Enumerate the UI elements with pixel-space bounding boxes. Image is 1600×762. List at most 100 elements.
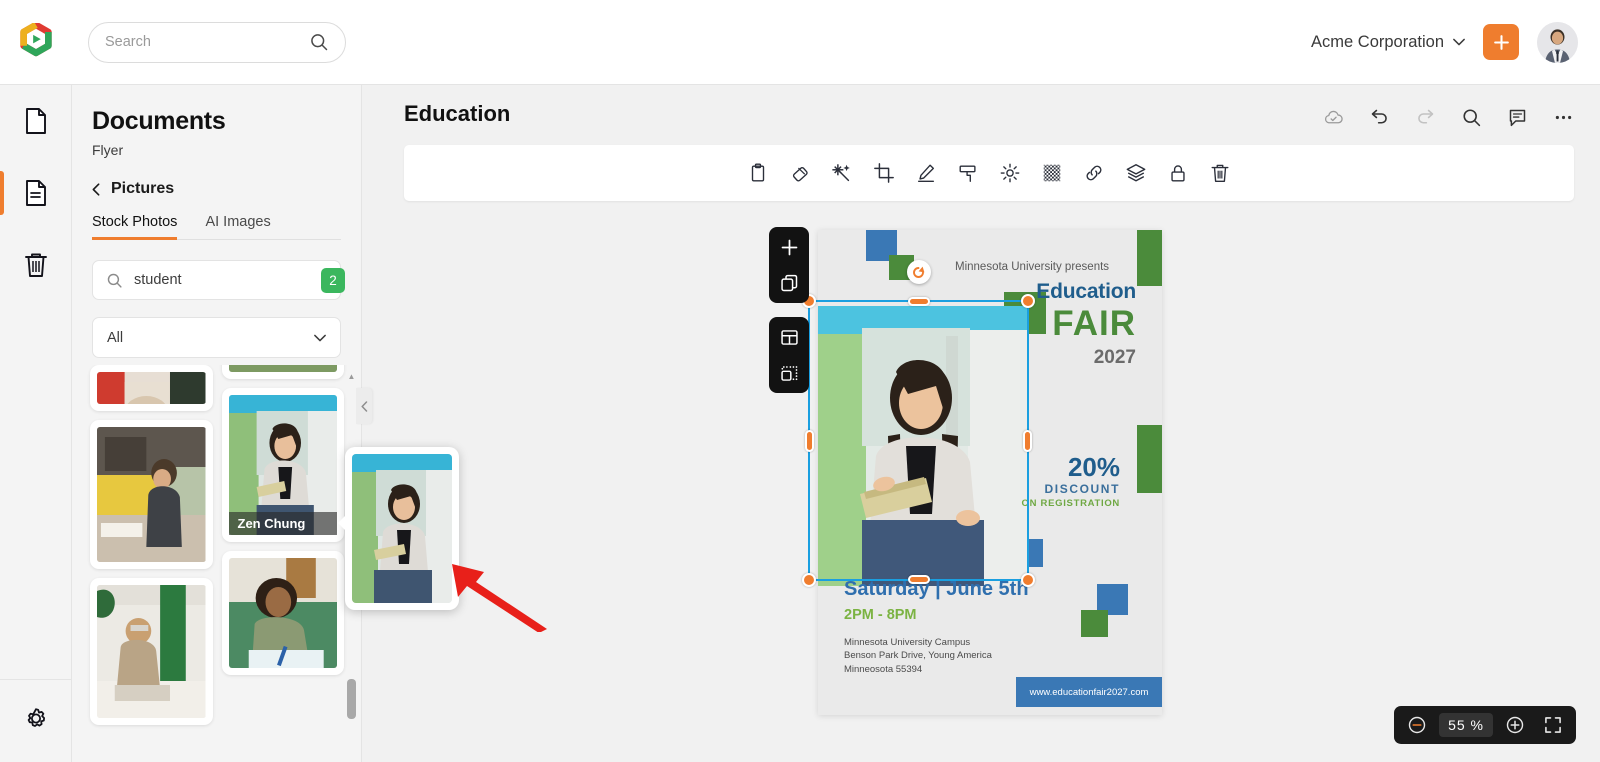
photo-gallery[interactable]: Zen Chung ▲ — [72, 365, 362, 762]
resize-handle-br[interactable] — [1021, 573, 1035, 587]
search-icon[interactable] — [1461, 107, 1482, 128]
element-toolbar — [404, 145, 1574, 201]
scroll-up-arrow[interactable]: ▲ — [347, 373, 356, 381]
crop-icon[interactable] — [863, 152, 905, 194]
deco-bar-green-top — [1137, 230, 1162, 286]
brightness-icon[interactable] — [989, 152, 1031, 194]
panel-collapse-button[interactable] — [356, 388, 372, 424]
resize-handle-tr[interactable] — [1021, 294, 1035, 308]
search-icon — [311, 34, 328, 51]
list-item[interactable] — [90, 578, 213, 725]
flyer-discount-pct: 20% — [1067, 452, 1120, 482]
tab-stock-photos[interactable]: Stock Photos — [92, 214, 178, 240]
thumbnail-author-label: Zen Chung — [228, 512, 337, 535]
list-item[interactable]: Zen Chung — [221, 388, 344, 542]
flyer-discount-word: DISCOUNT — [1044, 482, 1120, 496]
magic-wand-icon[interactable] — [821, 152, 863, 194]
plus-icon — [1493, 34, 1509, 50]
thumbnail-image — [228, 558, 337, 668]
flyer-address: Minnesota University Campus Benson Park … — [844, 636, 992, 676]
result-count-badge: 2 — [321, 267, 345, 293]
selection-frame[interactable] — [802, 260, 1035, 587]
rail-bottom — [0, 679, 72, 756]
org-selector[interactable]: Acme Corporation — [1311, 33, 1465, 52]
app-root: Acme Corporation — [0, 0, 1600, 762]
paint-roller-icon[interactable] — [947, 152, 989, 194]
global-search[interactable] — [88, 21, 346, 63]
layers-icon[interactable] — [1115, 152, 1157, 194]
brand-logo[interactable] — [0, 23, 72, 61]
thumbnail-preview-popup[interactable] — [338, 447, 459, 610]
rail-item-documents[interactable] — [0, 85, 72, 157]
rotate-handle[interactable] — [906, 260, 931, 284]
gallery-column-left — [90, 365, 213, 725]
eraser-icon[interactable] — [779, 152, 821, 194]
zoom-in-icon[interactable] — [1505, 715, 1525, 735]
document-actions — [1323, 107, 1574, 128]
undo-icon[interactable] — [1369, 107, 1390, 128]
flyer-date: Saturday | June 5th — [844, 578, 1029, 600]
trash-icon[interactable] — [1199, 152, 1241, 194]
placeholder-icon[interactable] — [776, 360, 802, 386]
file-lines-icon — [26, 180, 46, 206]
add-new-button[interactable] — [1483, 24, 1519, 60]
zoom-out-icon[interactable] — [1407, 715, 1427, 735]
list-item[interactable] — [221, 365, 344, 379]
flyer-fair-text: FAIR — [1052, 304, 1136, 343]
panel-subtitle: Flyer — [92, 142, 124, 158]
tab-ai-images[interactable]: AI Images — [205, 214, 270, 239]
rail-item-settings[interactable] — [0, 684, 72, 756]
chevron-left-icon — [92, 182, 100, 196]
list-item[interactable] — [90, 420, 213, 569]
zoom-number: 55 — [1448, 717, 1466, 733]
zoom-value[interactable]: 55 % — [1439, 713, 1493, 737]
pen-icon[interactable] — [905, 152, 947, 194]
rail-item-pages[interactable] — [0, 157, 72, 229]
category-dropdown[interactable]: All — [92, 317, 341, 358]
panel-title: Documents — [92, 107, 226, 135]
user-avatar[interactable] — [1537, 21, 1578, 63]
flyer-time: 2PM - 8PM — [844, 607, 917, 623]
float-tools-group-2 — [769, 317, 809, 393]
photo-search-input[interactable] — [134, 272, 321, 288]
more-icon[interactable] — [1553, 107, 1574, 128]
resize-handle-right[interactable] — [1023, 429, 1032, 452]
cloud-saved-icon[interactable] — [1323, 107, 1344, 128]
clipboard-icon[interactable] — [737, 152, 779, 194]
scrollbar-thumb[interactable] — [347, 679, 356, 719]
flyer-url-band: www.educationfair2027.com — [1016, 677, 1162, 707]
grid-icon[interactable] — [776, 324, 802, 350]
brand-logo-icon — [20, 23, 52, 57]
org-name: Acme Corporation — [1311, 32, 1444, 51]
photo-search-box[interactable]: 2 — [92, 260, 345, 300]
transparency-icon[interactable] — [1031, 152, 1073, 194]
gear-icon — [27, 708, 45, 727]
float-tools-group-1 — [769, 227, 809, 303]
resize-handle-bottom[interactable] — [907, 575, 930, 584]
chevron-down-icon — [314, 334, 326, 341]
link-icon[interactable] — [1073, 152, 1115, 194]
thumbnail-image — [97, 585, 206, 718]
search-input[interactable] — [105, 34, 309, 50]
resize-handle-bl[interactable] — [802, 573, 816, 587]
breadcrumb-back[interactable]: Pictures — [72, 158, 361, 198]
redo-icon[interactable] — [1415, 107, 1436, 128]
flyer-discount-sub: ON REGISTRATION — [1021, 498, 1120, 509]
gallery-columns: Zen Chung — [72, 365, 362, 725]
lock-icon[interactable] — [1157, 152, 1199, 194]
fullscreen-icon[interactable] — [1543, 715, 1563, 735]
zoom-control: 55 % — [1394, 706, 1576, 744]
add-icon[interactable] — [776, 234, 802, 260]
photo-zen-chung-large — [352, 454, 452, 603]
list-item[interactable] — [90, 365, 213, 411]
list-item[interactable] — [221, 551, 344, 675]
duplicate-icon[interactable] — [776, 270, 802, 296]
deco-bar-green-mid — [1137, 425, 1162, 493]
rail-item-trash[interactable] — [0, 229, 72, 301]
resize-handle-left[interactable] — [805, 429, 814, 452]
gallery-column-right: Zen Chung — [221, 365, 344, 725]
comment-icon[interactable] — [1507, 107, 1528, 128]
element-float-tools — [769, 227, 809, 393]
panel-tabs: Stock Photos AI Images — [92, 214, 341, 240]
resize-handle-top[interactable] — [907, 297, 930, 306]
